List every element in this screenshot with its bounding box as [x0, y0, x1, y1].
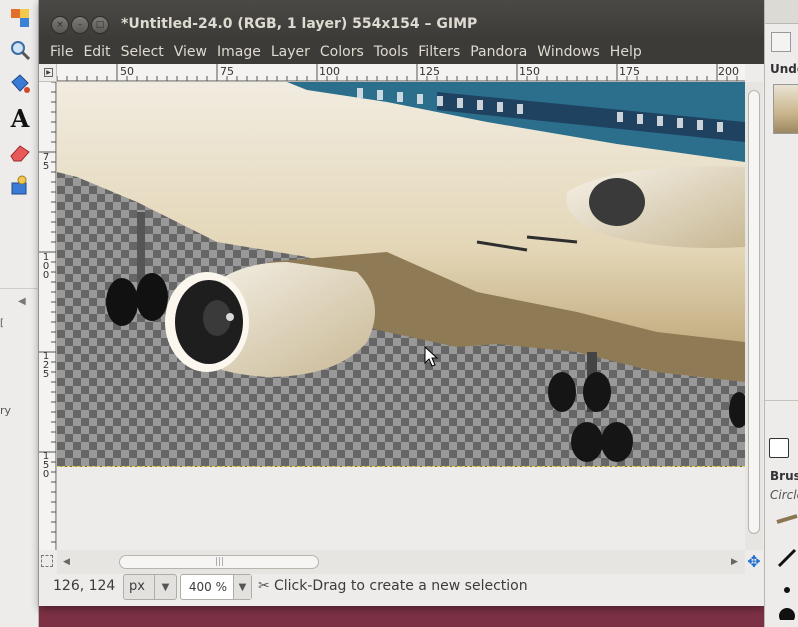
mouse-pointer-icon [424, 346, 439, 367]
minimize-icon: – [77, 20, 83, 30]
title-bar[interactable]: × – □ *Untitled-24.0 (RGB, 1 layer) 554x… [39, 0, 764, 40]
chevron-down-icon[interactable]: ▼ [154, 575, 176, 599]
ruler-label: 150 [519, 65, 540, 78]
horizontal-ruler[interactable]: 50 75 100 125 150 175 200 [57, 64, 745, 82]
landing-gear-left [106, 212, 168, 326]
ruler-label: 125 [42, 351, 50, 380]
scroll-grip: ||| [215, 557, 225, 567]
menu-view[interactable]: View [169, 41, 212, 63]
menu-bar: File Edit Select View Image Layer Colors… [39, 40, 764, 64]
brush-previews[interactable] [775, 510, 798, 620]
chevron-down-icon[interactable]: ▼ [233, 575, 251, 599]
brushes-panel-title: Brus [770, 469, 798, 483]
horizontal-scroll-thumb[interactable]: ||| [119, 555, 319, 569]
toolbox-fragment-label: ry [0, 404, 12, 417]
ruler-label: 200 [718, 65, 739, 78]
ruler-label: 75 [220, 65, 234, 78]
scroll-right-icon[interactable]: ▶ [731, 557, 738, 567]
unit-value: px [129, 579, 145, 594]
undo-panel-title: Undo [770, 62, 798, 76]
ruler-label: 175 [619, 65, 640, 78]
vertical-scrollbar[interactable] [745, 82, 763, 550]
ruler-label: 75 [42, 152, 50, 172]
select-tool-icon[interactable] [8, 6, 32, 30]
undo-thumbnail[interactable] [773, 84, 798, 134]
brush-name: Circle [770, 488, 798, 502]
quick-mask-toggle-icon[interactable] [41, 555, 53, 567]
window-title: *Untitled-24.0 (RGB, 1 layer) 554x154 – … [121, 16, 478, 32]
vertical-ruler[interactable]: 75 100 125 150 [39, 82, 57, 550]
undo-history-icon[interactable] [771, 32, 791, 52]
ruler-label: 50 [120, 65, 134, 78]
eraser-icon[interactable] [8, 140, 32, 164]
vertical-scroll-thumb[interactable] [748, 90, 760, 534]
text-tool-icon[interactable]: A [8, 103, 32, 133]
ruler-label: 125 [419, 65, 440, 78]
menu-colors[interactable]: Colors [315, 41, 369, 63]
scroll-left-icon[interactable]: ◀ [63, 557, 70, 567]
status-message: Click-Drag to create a new selection [274, 578, 528, 594]
menu-pandora[interactable]: Pandora [465, 41, 532, 63]
toolbox-panel: A ◀ [ ry [0, 0, 39, 627]
menu-tools[interactable]: Tools [369, 41, 414, 63]
minimize-button[interactable]: – [71, 16, 89, 34]
bucket-fill-icon[interactable] [8, 72, 32, 96]
menu-layer[interactable]: Layer [266, 41, 315, 63]
status-bar: 126, 124 px ▼ 400 % ▼ ✂ Click-Drag to cr… [39, 574, 764, 600]
right-dock: Undo Brus Circle [764, 0, 798, 627]
menu-filters[interactable]: Filters [413, 41, 465, 63]
toolbox-divider [0, 288, 39, 289]
menu-file[interactable]: File [45, 41, 78, 63]
maximize-icon: □ [95, 20, 105, 30]
close-button[interactable]: × [51, 16, 69, 34]
image-canvas[interactable] [57, 82, 745, 550]
zoom-tool-icon[interactable] [8, 38, 32, 62]
menu-select[interactable]: Select [116, 41, 169, 63]
menu-edit[interactable]: Edit [78, 41, 115, 63]
brush-icon[interactable] [769, 438, 789, 458]
ruler-label: 100 [319, 65, 340, 78]
dock-divider[interactable] [765, 400, 798, 401]
navigate-icon[interactable]: ✥ [745, 552, 763, 572]
ruler-label: 150 [42, 451, 50, 480]
horizontal-scrollbar[interactable]: ◀ ||| ▶ [57, 550, 745, 574]
close-icon: × [56, 20, 64, 30]
horizontal-ruler-ticks [57, 64, 745, 81]
zoom-value: 400 % [188, 580, 227, 594]
image-window: × – □ *Untitled-24.0 (RGB, 1 layer) 554x… [39, 0, 764, 606]
menu-image[interactable]: Image [212, 41, 266, 63]
airplane-image [57, 82, 745, 462]
ruler-corner[interactable]: ▶ [39, 64, 57, 82]
collapse-arrow-icon[interactable]: ◀ [18, 296, 26, 307]
menu-help[interactable]: Help [605, 41, 647, 63]
pointer-coordinates: 126, 124 [53, 578, 116, 594]
ruler-menu-icon[interactable]: ▶ [44, 68, 53, 77]
menu-windows[interactable]: Windows [532, 41, 605, 63]
clone-tool-icon[interactable] [8, 174, 32, 198]
toolbox-fragment: [ [0, 318, 4, 329]
unit-selector[interactable]: px ▼ [123, 574, 177, 600]
image-layer[interactable] [57, 82, 745, 467]
zoom-selector[interactable]: 400 % ▼ [180, 574, 252, 600]
maximize-button[interactable]: □ [91, 16, 109, 34]
ruler-label: 100 [42, 252, 50, 281]
scissors-icon: ✂ [258, 578, 270, 594]
text-tool-glyph: A [10, 103, 30, 133]
dock-tab-bar[interactable] [765, 0, 798, 24]
